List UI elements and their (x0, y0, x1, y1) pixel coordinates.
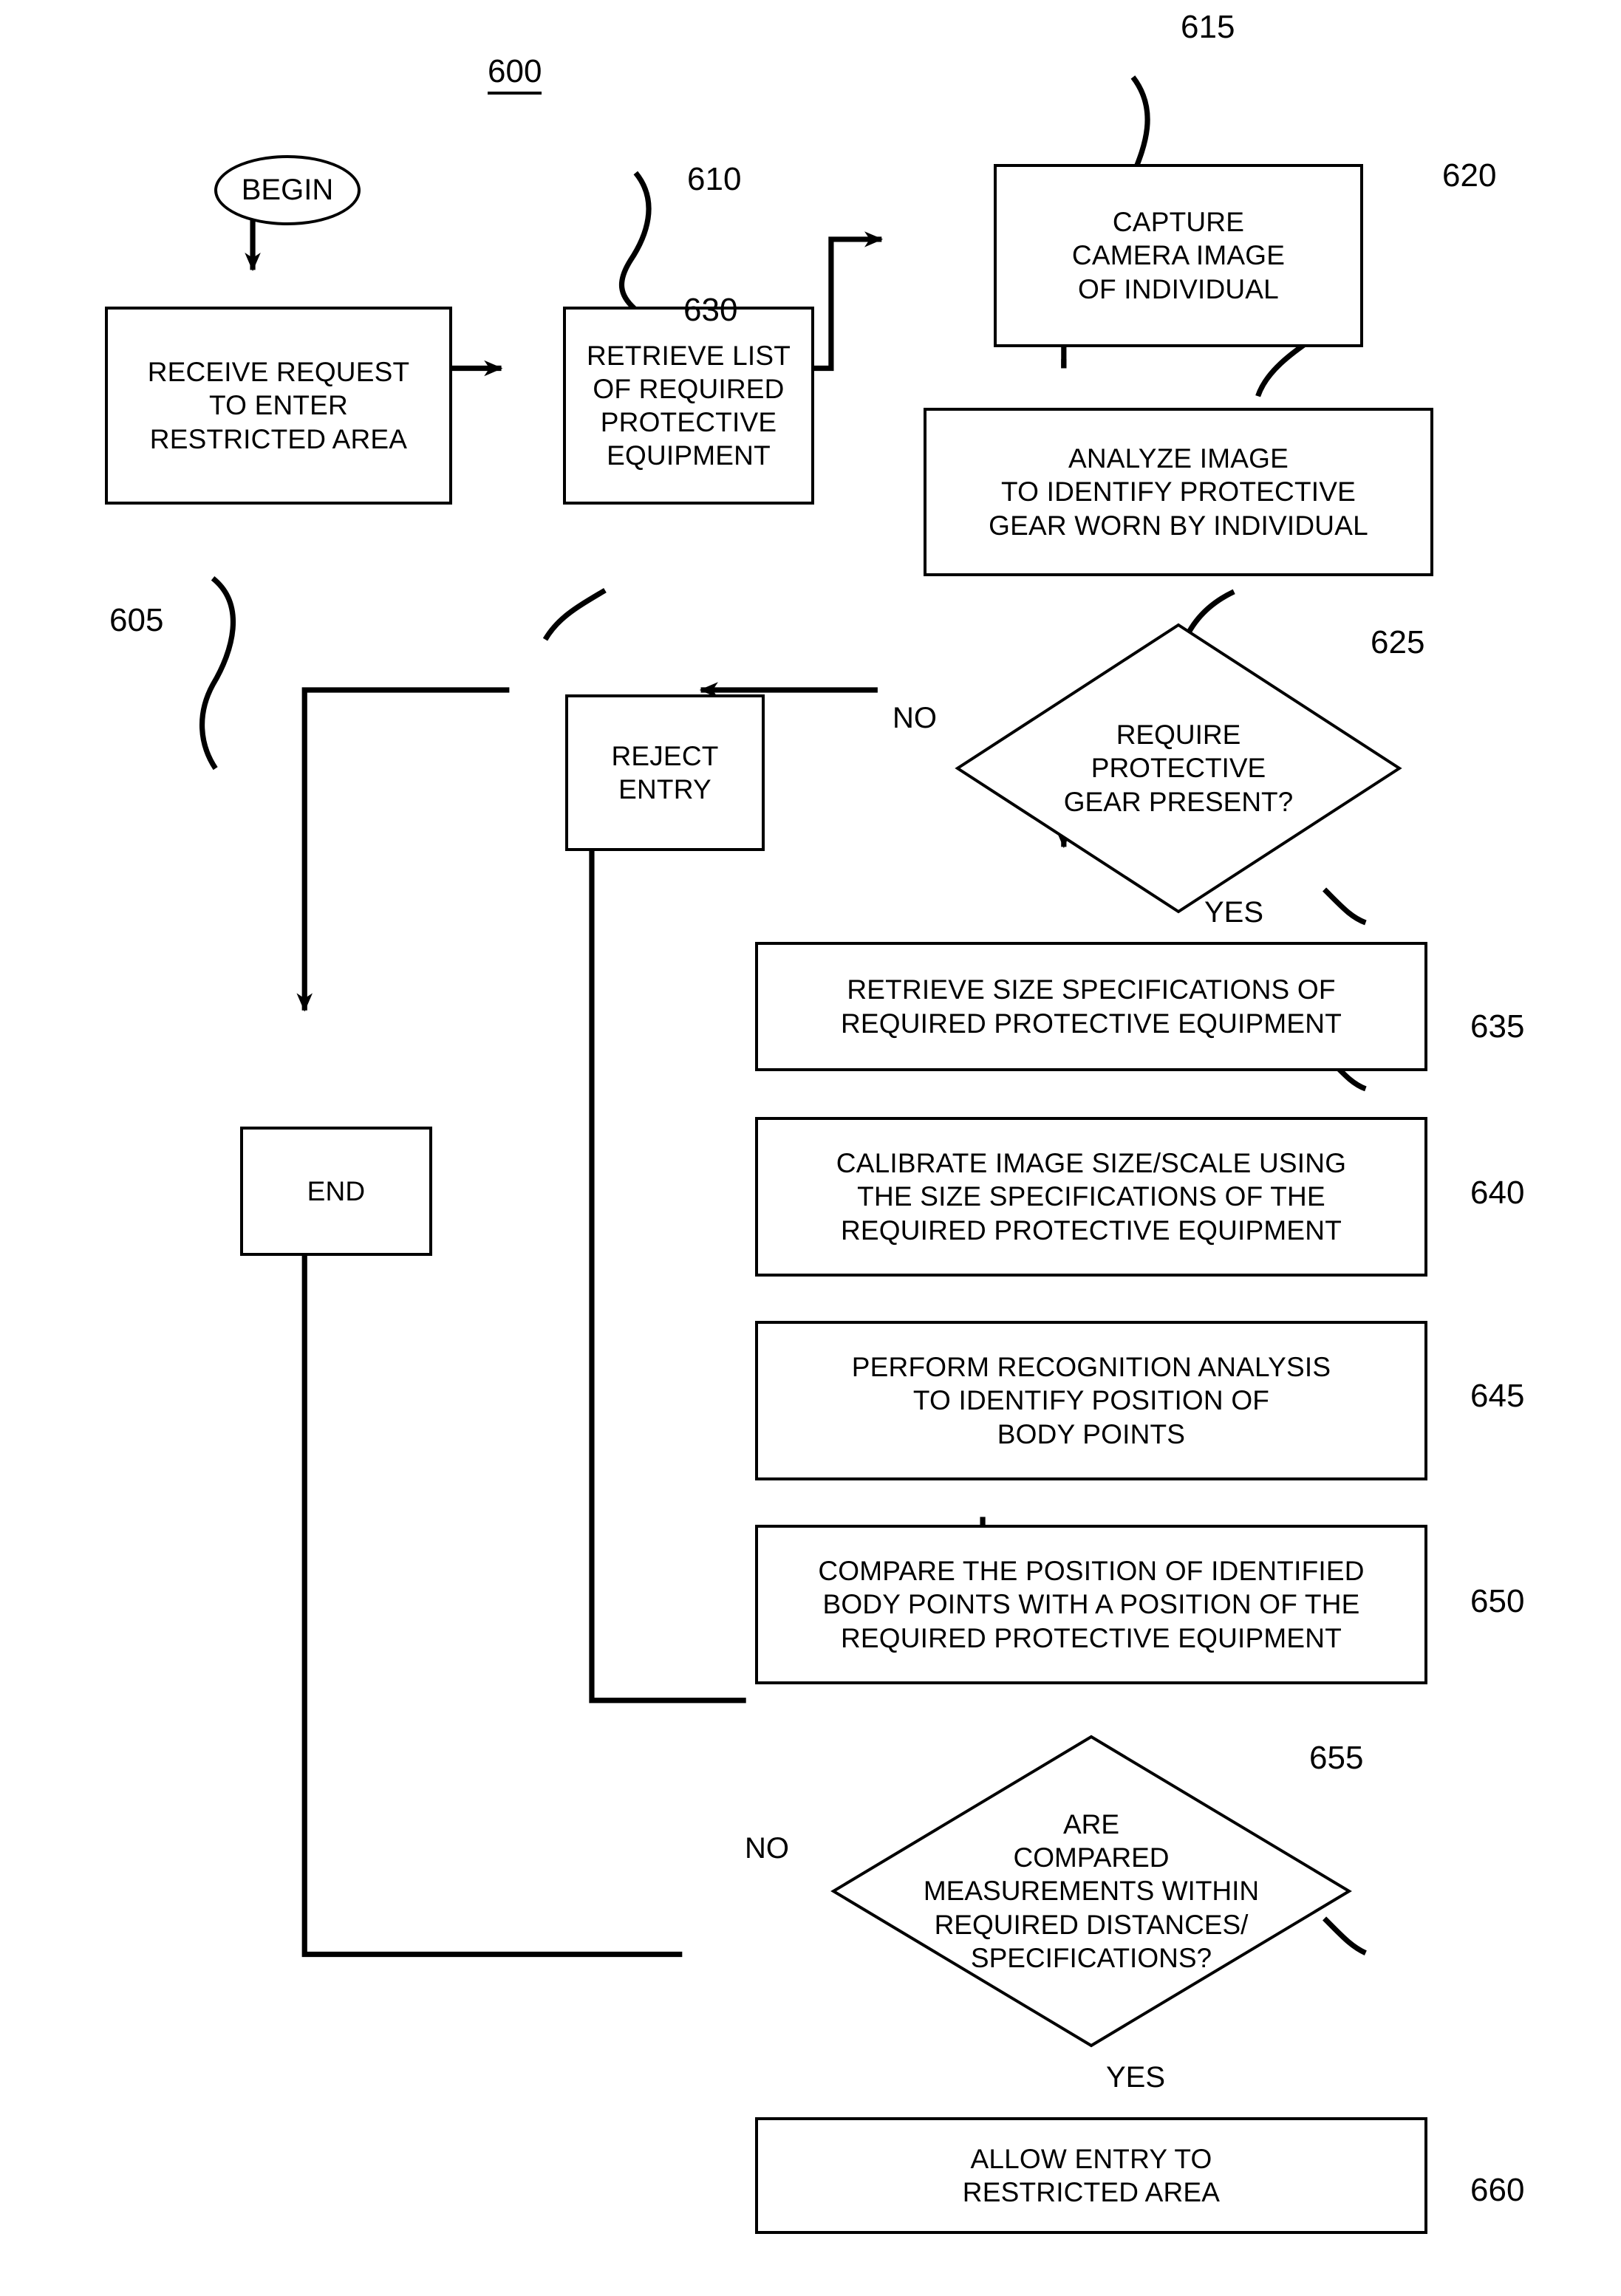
ref-635: 635 (1470, 1008, 1525, 1045)
decision-measurements-within-spec: ARE COMPARED MEASUREMENTS WITHIN REQUIRE… (829, 1732, 1354, 2050)
process-allow-entry-label: ALLOW ENTRY TO RESTRICTED AREA (962, 2143, 1221, 2207)
patent-flowchart-figure: 600 BEGIN RECEIVE REQUEST TO ENTER RESTR… (0, 0, 1621, 2296)
process-recognition-analysis: PERFORM RECOGNITION ANALYSIS TO IDENTIFY… (755, 1321, 1427, 1480)
edge-label-measurements-no: NO (745, 1832, 789, 1865)
edge-allow-to-end (296, 1161, 683, 1958)
process-receive-request-label: RECEIVE REQUEST TO ENTER RESTRICTED AREA (147, 357, 410, 454)
process-reject-entry-label: REJECT ENTRY (611, 740, 719, 804)
terminal-begin-label: BEGIN (241, 174, 334, 206)
ref-660: 660 (1470, 2172, 1525, 2208)
process-compare-position: COMPARE THE POSITION OF IDENTIFIED BODY … (755, 1525, 1427, 1684)
process-allow-entry: ALLOW ENTRY TO RESTRICTED AREA (755, 2117, 1427, 2234)
terminal-end: END (240, 1127, 432, 1256)
decision-gear-present-label: REQUIRE PROTECTIVE GEAR PRESENT? (1063, 720, 1294, 817)
ref-605: 605 (109, 602, 164, 638)
ref-650: 650 (1470, 1583, 1525, 1619)
process-retrieve-size-specs: RETRIEVE SIZE SPECIFICATIONS OF REQUIRED… (755, 942, 1427, 1071)
leader-610 (618, 171, 652, 311)
process-calibrate-image-label: CALIBRATE IMAGE SIZE/SCALE USING THE SIZ… (836, 1148, 1347, 1246)
ref-640: 640 (1470, 1175, 1525, 1211)
process-calibrate-image: CALIBRATE IMAGE SIZE/SCALE USING THE SIZ… (755, 1117, 1427, 1277)
edge-reject-to-end (296, 687, 510, 1012)
process-capture-image: CAPTURE CAMERA IMAGE OF INDIVIDUAL (994, 164, 1363, 347)
figure-number: 600 (488, 53, 542, 95)
leader-630 (542, 587, 607, 641)
leader-605 (199, 576, 236, 771)
ref-655: 655 (1309, 1740, 1364, 1776)
ref-625: 625 (1371, 624, 1425, 660)
ref-615: 615 (1181, 9, 1235, 45)
ref-630: 630 (683, 292, 738, 328)
process-capture-image-label: CAPTURE CAMERA IMAGE OF INDIVIDUAL (1071, 207, 1286, 304)
decision-gear-present: REQUIRE PROTECTIVE GEAR PRESENT? (953, 621, 1404, 916)
process-retrieve-size-specs-label: RETRIEVE SIZE SPECIFICATIONS OF REQUIRED… (840, 974, 1342, 1039)
terminal-begin: BEGIN (214, 155, 361, 225)
edge-label-measurements-yes: YES (1106, 2061, 1166, 2094)
terminal-end-label: END (307, 1175, 366, 1206)
ref-610: 610 (687, 161, 742, 197)
process-reject-entry: REJECT ENTRY (565, 694, 765, 851)
process-receive-request: RECEIVE REQUEST TO ENTER RESTRICTED AREA (105, 307, 452, 505)
process-retrieve-list: RETRIEVE LIST OF REQUIRED PROTECTIVE EQU… (563, 307, 814, 505)
edge-label-gear-yes: YES (1204, 896, 1264, 929)
process-recognition-analysis-label: PERFORM RECOGNITION ANALYSIS TO IDENTIFY… (851, 1352, 1331, 1449)
decision-measurements-label: ARE COMPARED MEASUREMENTS WITHIN REQUIRE… (923, 1809, 1260, 1973)
process-compare-position-label: COMPARE THE POSITION OF IDENTIFIED BODY … (818, 1556, 1365, 1653)
ref-620: 620 (1442, 157, 1497, 194)
process-retrieve-list-label: RETRIEVE LIST OF REQUIRED PROTECTIVE EQU… (586, 340, 791, 471)
process-analyze-image: ANALYZE IMAGE TO IDENTIFY PROTECTIVE GEA… (924, 408, 1433, 576)
process-analyze-image-label: ANALYZE IMAGE TO IDENTIFY PROTECTIVE GEA… (989, 443, 1368, 541)
edge-label-gear-no: NO (893, 702, 937, 734)
ref-645: 645 (1470, 1378, 1525, 1414)
edge-decision655-no-to-reject (584, 764, 746, 1704)
